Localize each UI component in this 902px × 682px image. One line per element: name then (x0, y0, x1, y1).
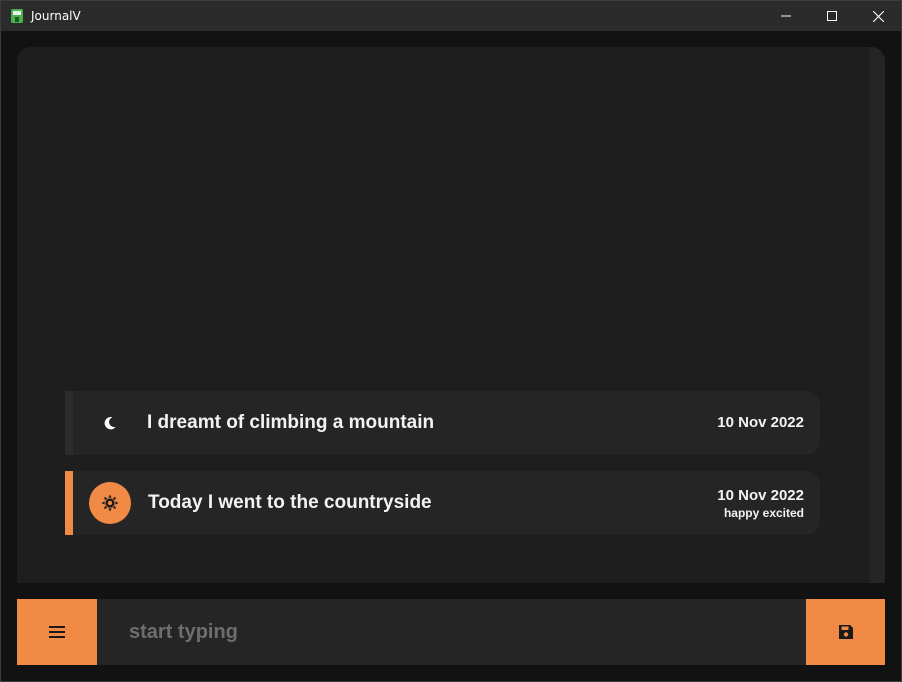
sun-icon (101, 494, 119, 512)
hamburger-menu-icon (49, 626, 65, 638)
entry-date: 10 Nov 2022 (717, 487, 804, 504)
entry-title: Today I went to the countryside (148, 492, 432, 513)
entry-date: 10 Nov 2022 (717, 414, 804, 431)
close-icon (872, 10, 884, 22)
entry-text-input[interactable] (113, 599, 783, 665)
moon-icon (104, 416, 116, 430)
entry-type-badge (89, 402, 131, 444)
entry-type-badge (89, 482, 131, 524)
maximize-button[interactable] (809, 1, 855, 31)
maximize-icon (827, 11, 837, 21)
title-bar[interactable]: JournalV (1, 1, 901, 31)
entry-title: I dreamt of climbing a mountain (147, 412, 435, 433)
menu-button[interactable] (17, 599, 97, 665)
entry-tags: happy excited (723, 506, 804, 520)
journal-entry-card[interactable]: I dreamt of climbing a mountain 10 Nov 2… (65, 391, 820, 455)
composer-bar (17, 599, 885, 665)
journal-entry-card-selected[interactable]: Today I went to the countryside 10 Nov 2… (65, 471, 820, 535)
scrollbar[interactable] (869, 47, 885, 583)
minimize-icon (781, 15, 791, 17)
journal-entry-list[interactable]: I dreamt of climbing a mountain 10 Nov 2… (17, 47, 885, 583)
close-button[interactable] (855, 1, 901, 31)
journal-app-icon (11, 9, 23, 23)
floppy-disk-icon (838, 625, 853, 639)
save-button[interactable] (806, 599, 885, 665)
app-window: JournalV I dreamt of climbing a mountain… (0, 0, 902, 682)
minimize-button[interactable] (763, 1, 809, 31)
window-title: JournalV (31, 9, 81, 23)
